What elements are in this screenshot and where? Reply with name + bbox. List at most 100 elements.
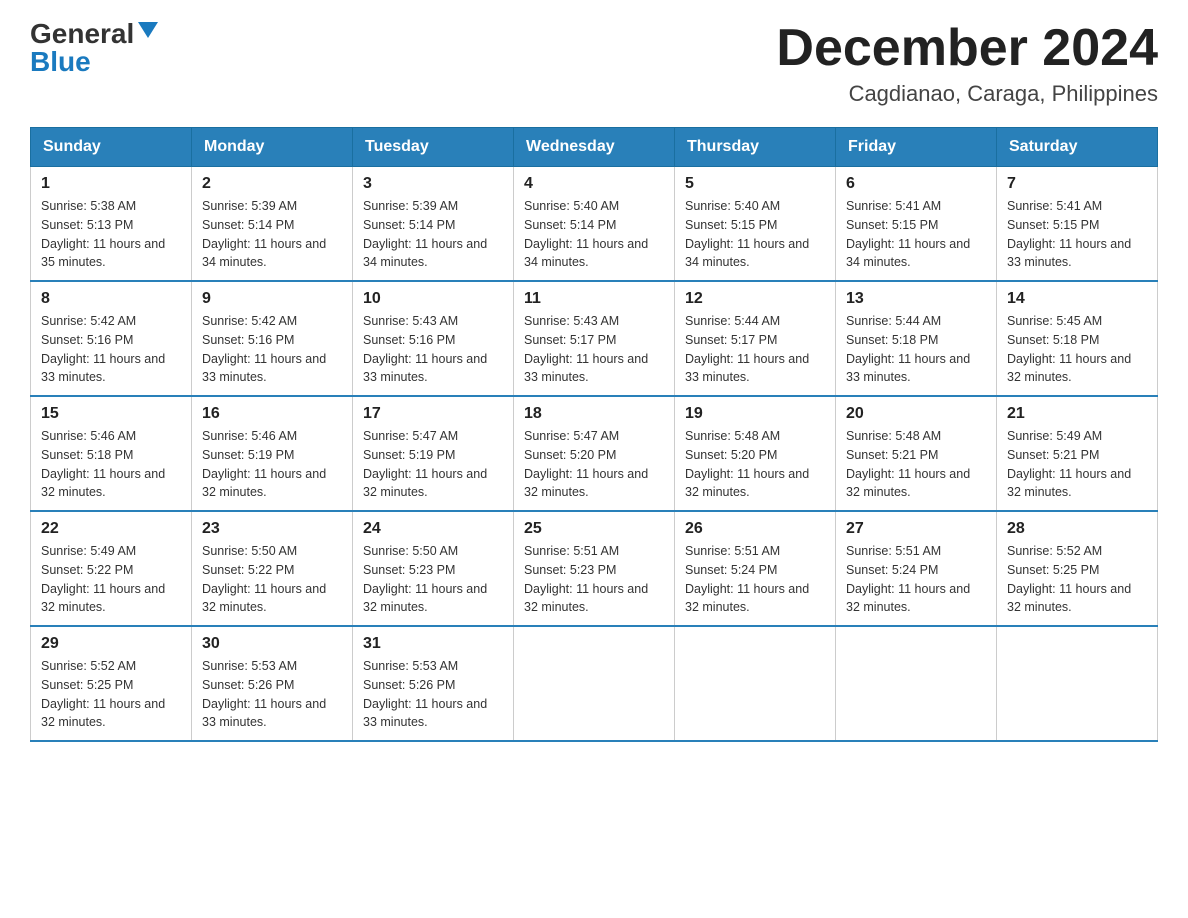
day-info: Sunrise: 5:46 AMSunset: 5:18 PMDaylight:… — [41, 429, 165, 499]
calendar-cell: 24 Sunrise: 5:50 AMSunset: 5:23 PMDaylig… — [353, 511, 514, 626]
day-number: 9 — [202, 290, 342, 308]
logo: General Blue — [30, 20, 158, 76]
calendar-cell: 8 Sunrise: 5:42 AMSunset: 5:16 PMDayligh… — [31, 281, 192, 396]
day-number: 3 — [363, 175, 503, 193]
title-block: December 2024 Cagdianao, Caraga, Philipp… — [776, 20, 1158, 107]
calendar-cell: 30 Sunrise: 5:53 AMSunset: 5:26 PMDaylig… — [192, 626, 353, 741]
calendar-cell: 11 Sunrise: 5:43 AMSunset: 5:17 PMDaylig… — [514, 281, 675, 396]
day-info: Sunrise: 5:40 AMSunset: 5:15 PMDaylight:… — [685, 199, 809, 269]
calendar-cell: 18 Sunrise: 5:47 AMSunset: 5:20 PMDaylig… — [514, 396, 675, 511]
day-number: 15 — [41, 405, 181, 423]
calendar-cell — [836, 626, 997, 741]
calendar-header-sunday: Sunday — [31, 128, 192, 167]
day-number: 31 — [363, 635, 503, 653]
calendar-header-thursday: Thursday — [675, 128, 836, 167]
calendar-cell: 13 Sunrise: 5:44 AMSunset: 5:18 PMDaylig… — [836, 281, 997, 396]
day-info: Sunrise: 5:39 AMSunset: 5:14 PMDaylight:… — [363, 199, 487, 269]
day-info: Sunrise: 5:48 AMSunset: 5:20 PMDaylight:… — [685, 429, 809, 499]
calendar-header-tuesday: Tuesday — [353, 128, 514, 167]
calendar-cell: 25 Sunrise: 5:51 AMSunset: 5:23 PMDaylig… — [514, 511, 675, 626]
day-info: Sunrise: 5:42 AMSunset: 5:16 PMDaylight:… — [202, 314, 326, 384]
calendar-cell: 15 Sunrise: 5:46 AMSunset: 5:18 PMDaylig… — [31, 396, 192, 511]
day-info: Sunrise: 5:41 AMSunset: 5:15 PMDaylight:… — [846, 199, 970, 269]
day-number: 11 — [524, 290, 664, 308]
calendar-cell: 2 Sunrise: 5:39 AMSunset: 5:14 PMDayligh… — [192, 167, 353, 282]
day-number: 21 — [1007, 405, 1147, 423]
calendar-cell: 27 Sunrise: 5:51 AMSunset: 5:24 PMDaylig… — [836, 511, 997, 626]
day-number: 2 — [202, 175, 342, 193]
day-number: 8 — [41, 290, 181, 308]
day-number: 14 — [1007, 290, 1147, 308]
calendar-header-monday: Monday — [192, 128, 353, 167]
calendar-header-saturday: Saturday — [997, 128, 1158, 167]
calendar-cell: 14 Sunrise: 5:45 AMSunset: 5:18 PMDaylig… — [997, 281, 1158, 396]
day-info: Sunrise: 5:48 AMSunset: 5:21 PMDaylight:… — [846, 429, 970, 499]
day-number: 5 — [685, 175, 825, 193]
calendar-cell: 31 Sunrise: 5:53 AMSunset: 5:26 PMDaylig… — [353, 626, 514, 741]
day-info: Sunrise: 5:51 AMSunset: 5:24 PMDaylight:… — [685, 544, 809, 614]
calendar-cell: 26 Sunrise: 5:51 AMSunset: 5:24 PMDaylig… — [675, 511, 836, 626]
calendar-header-wednesday: Wednesday — [514, 128, 675, 167]
day-number: 25 — [524, 520, 664, 538]
calendar-header-row: SundayMondayTuesdayWednesdayThursdayFrid… — [31, 128, 1158, 167]
day-number: 10 — [363, 290, 503, 308]
day-number: 12 — [685, 290, 825, 308]
calendar-week-row: 29 Sunrise: 5:52 AMSunset: 5:25 PMDaylig… — [31, 626, 1158, 741]
calendar-cell: 6 Sunrise: 5:41 AMSunset: 5:15 PMDayligh… — [836, 167, 997, 282]
day-number: 26 — [685, 520, 825, 538]
calendar-week-row: 1 Sunrise: 5:38 AMSunset: 5:13 PMDayligh… — [31, 167, 1158, 282]
calendar-cell: 28 Sunrise: 5:52 AMSunset: 5:25 PMDaylig… — [997, 511, 1158, 626]
day-info: Sunrise: 5:52 AMSunset: 5:25 PMDaylight:… — [1007, 544, 1131, 614]
day-info: Sunrise: 5:39 AMSunset: 5:14 PMDaylight:… — [202, 199, 326, 269]
calendar-cell: 21 Sunrise: 5:49 AMSunset: 5:21 PMDaylig… — [997, 396, 1158, 511]
day-info: Sunrise: 5:40 AMSunset: 5:14 PMDaylight:… — [524, 199, 648, 269]
day-info: Sunrise: 5:46 AMSunset: 5:19 PMDaylight:… — [202, 429, 326, 499]
calendar-cell: 7 Sunrise: 5:41 AMSunset: 5:15 PMDayligh… — [997, 167, 1158, 282]
day-number: 30 — [202, 635, 342, 653]
logo-blue: Blue — [30, 48, 91, 76]
calendar-cell: 3 Sunrise: 5:39 AMSunset: 5:14 PMDayligh… — [353, 167, 514, 282]
calendar-cell: 9 Sunrise: 5:42 AMSunset: 5:16 PMDayligh… — [192, 281, 353, 396]
day-number: 13 — [846, 290, 986, 308]
month-title: December 2024 — [776, 20, 1158, 77]
day-number: 24 — [363, 520, 503, 538]
day-number: 29 — [41, 635, 181, 653]
calendar-cell: 12 Sunrise: 5:44 AMSunset: 5:17 PMDaylig… — [675, 281, 836, 396]
day-info: Sunrise: 5:43 AMSunset: 5:17 PMDaylight:… — [524, 314, 648, 384]
day-info: Sunrise: 5:52 AMSunset: 5:25 PMDaylight:… — [41, 659, 165, 729]
calendar-cell: 29 Sunrise: 5:52 AMSunset: 5:25 PMDaylig… — [31, 626, 192, 741]
day-number: 20 — [846, 405, 986, 423]
calendar-header-friday: Friday — [836, 128, 997, 167]
day-info: Sunrise: 5:49 AMSunset: 5:22 PMDaylight:… — [41, 544, 165, 614]
day-number: 18 — [524, 405, 664, 423]
calendar-cell: 5 Sunrise: 5:40 AMSunset: 5:15 PMDayligh… — [675, 167, 836, 282]
day-info: Sunrise: 5:47 AMSunset: 5:19 PMDaylight:… — [363, 429, 487, 499]
day-number: 19 — [685, 405, 825, 423]
day-number: 16 — [202, 405, 342, 423]
day-number: 4 — [524, 175, 664, 193]
calendar-cell: 20 Sunrise: 5:48 AMSunset: 5:21 PMDaylig… — [836, 396, 997, 511]
day-number: 22 — [41, 520, 181, 538]
day-info: Sunrise: 5:50 AMSunset: 5:22 PMDaylight:… — [202, 544, 326, 614]
location-title: Cagdianao, Caraga, Philippines — [776, 81, 1158, 107]
day-number: 23 — [202, 520, 342, 538]
calendar-table: SundayMondayTuesdayWednesdayThursdayFrid… — [30, 127, 1158, 742]
calendar-week-row: 22 Sunrise: 5:49 AMSunset: 5:22 PMDaylig… — [31, 511, 1158, 626]
page-header: General Blue December 2024 Cagdianao, Ca… — [30, 20, 1158, 107]
day-info: Sunrise: 5:38 AMSunset: 5:13 PMDaylight:… — [41, 199, 165, 269]
calendar-cell: 22 Sunrise: 5:49 AMSunset: 5:22 PMDaylig… — [31, 511, 192, 626]
day-info: Sunrise: 5:51 AMSunset: 5:23 PMDaylight:… — [524, 544, 648, 614]
calendar-cell: 16 Sunrise: 5:46 AMSunset: 5:19 PMDaylig… — [192, 396, 353, 511]
logo-triangle-icon — [138, 22, 158, 38]
day-info: Sunrise: 5:42 AMSunset: 5:16 PMDaylight:… — [41, 314, 165, 384]
day-info: Sunrise: 5:50 AMSunset: 5:23 PMDaylight:… — [363, 544, 487, 614]
calendar-cell — [675, 626, 836, 741]
day-number: 27 — [846, 520, 986, 538]
calendar-cell: 19 Sunrise: 5:48 AMSunset: 5:20 PMDaylig… — [675, 396, 836, 511]
calendar-cell — [514, 626, 675, 741]
day-info: Sunrise: 5:41 AMSunset: 5:15 PMDaylight:… — [1007, 199, 1131, 269]
day-info: Sunrise: 5:47 AMSunset: 5:20 PMDaylight:… — [524, 429, 648, 499]
calendar-week-row: 8 Sunrise: 5:42 AMSunset: 5:16 PMDayligh… — [31, 281, 1158, 396]
logo-general: General — [30, 20, 134, 48]
day-number: 1 — [41, 175, 181, 193]
